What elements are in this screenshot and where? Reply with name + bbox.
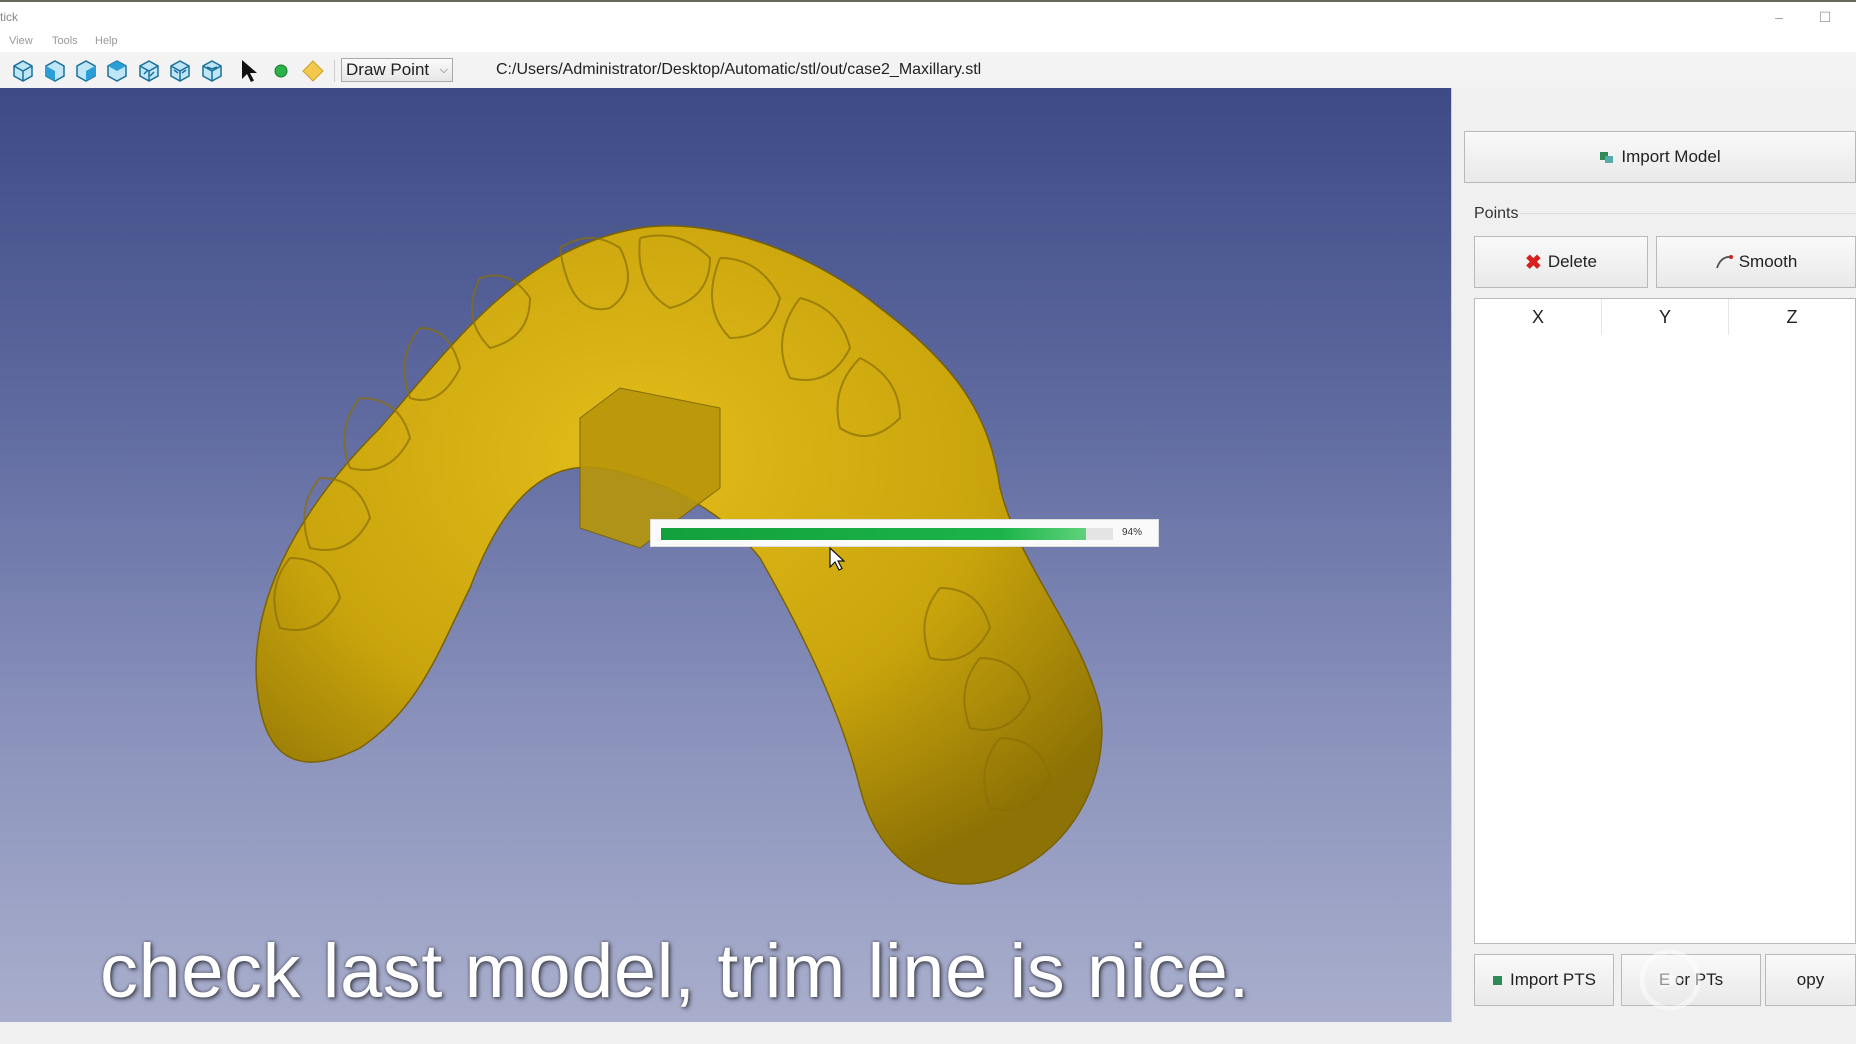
menu-bar: View Tools Help (0, 32, 1856, 52)
toolbar-separator (334, 60, 335, 82)
import-icon (1493, 976, 1503, 985)
import-model-label: Import Model (1621, 147, 1721, 166)
progress-fill (661, 528, 1086, 540)
delete-button[interactable]: ✖ Delete (1474, 236, 1648, 288)
mode-select-value: Draw Point (346, 60, 430, 79)
mouse-cursor-icon (829, 547, 846, 571)
left-view-icon[interactable] (104, 58, 130, 84)
file-path: C:/Users/Administrator/Desktop/Automatic… (496, 61, 982, 78)
watermark-logo-icon (1640, 949, 1701, 1011)
progress-track (661, 528, 1113, 540)
maximize-button[interactable]: ☐ (1810, 6, 1840, 28)
delete-icon: ✖ (1525, 251, 1542, 274)
3d-viewport[interactable]: 94% check last model, trim line is nice. (0, 88, 1451, 1022)
menu-tools[interactable]: Tools (52, 35, 78, 47)
green-point-icon[interactable] (268, 58, 294, 84)
smooth-icon (1715, 255, 1733, 269)
back-view-icon[interactable] (73, 58, 99, 84)
mode-select[interactable]: Draw Point ⌵ (341, 58, 453, 82)
video-subtitle: check last model, trim line is nice. (100, 929, 1250, 1014)
column-header-y[interactable]: Y (1602, 299, 1729, 335)
import-model-button[interactable]: Import Model (1464, 131, 1856, 183)
dental-model (255, 225, 1103, 885)
column-header-x[interactable]: X (1475, 299, 1602, 335)
smooth-button[interactable]: Smooth (1656, 236, 1856, 288)
progress-percent: 94% (1122, 527, 1143, 538)
yellow-diamond-icon[interactable] (300, 58, 326, 84)
select-arrow-icon[interactable] (236, 58, 262, 84)
top-view-icon[interactable] (167, 58, 193, 84)
chevron-down-icon: ⌵ (439, 64, 448, 76)
bottom-view-icon[interactable] (199, 58, 225, 84)
import-pts-label: Import PTS (1510, 970, 1596, 989)
points-group-divider (1520, 213, 1856, 214)
app-title: tick (0, 10, 18, 24)
menu-help[interactable]: Help (95, 35, 118, 47)
delete-label: Delete (1547, 252, 1597, 271)
import-model-icon (1600, 152, 1614, 163)
right-view-icon[interactable] (136, 58, 162, 84)
iso-view-icon[interactable] (10, 58, 36, 84)
dental-arch (255, 225, 1103, 885)
smooth-label: Smooth (1738, 252, 1798, 271)
points-group-label: Points (1474, 205, 1519, 222)
column-header-z[interactable]: Z (1729, 299, 1855, 335)
menu-view[interactable]: View (9, 35, 33, 47)
status-strip (0, 1022, 1856, 1044)
front-view-icon[interactable] (42, 58, 68, 84)
points-table[interactable]: X Y Z (1474, 298, 1856, 944)
progress-bar: 94% (650, 519, 1159, 547)
minimize-button[interactable]: – (1764, 6, 1794, 28)
import-pts-button[interactable]: Import PTS (1474, 954, 1614, 1006)
title-bar: tick – ☐ (0, 0, 1856, 32)
